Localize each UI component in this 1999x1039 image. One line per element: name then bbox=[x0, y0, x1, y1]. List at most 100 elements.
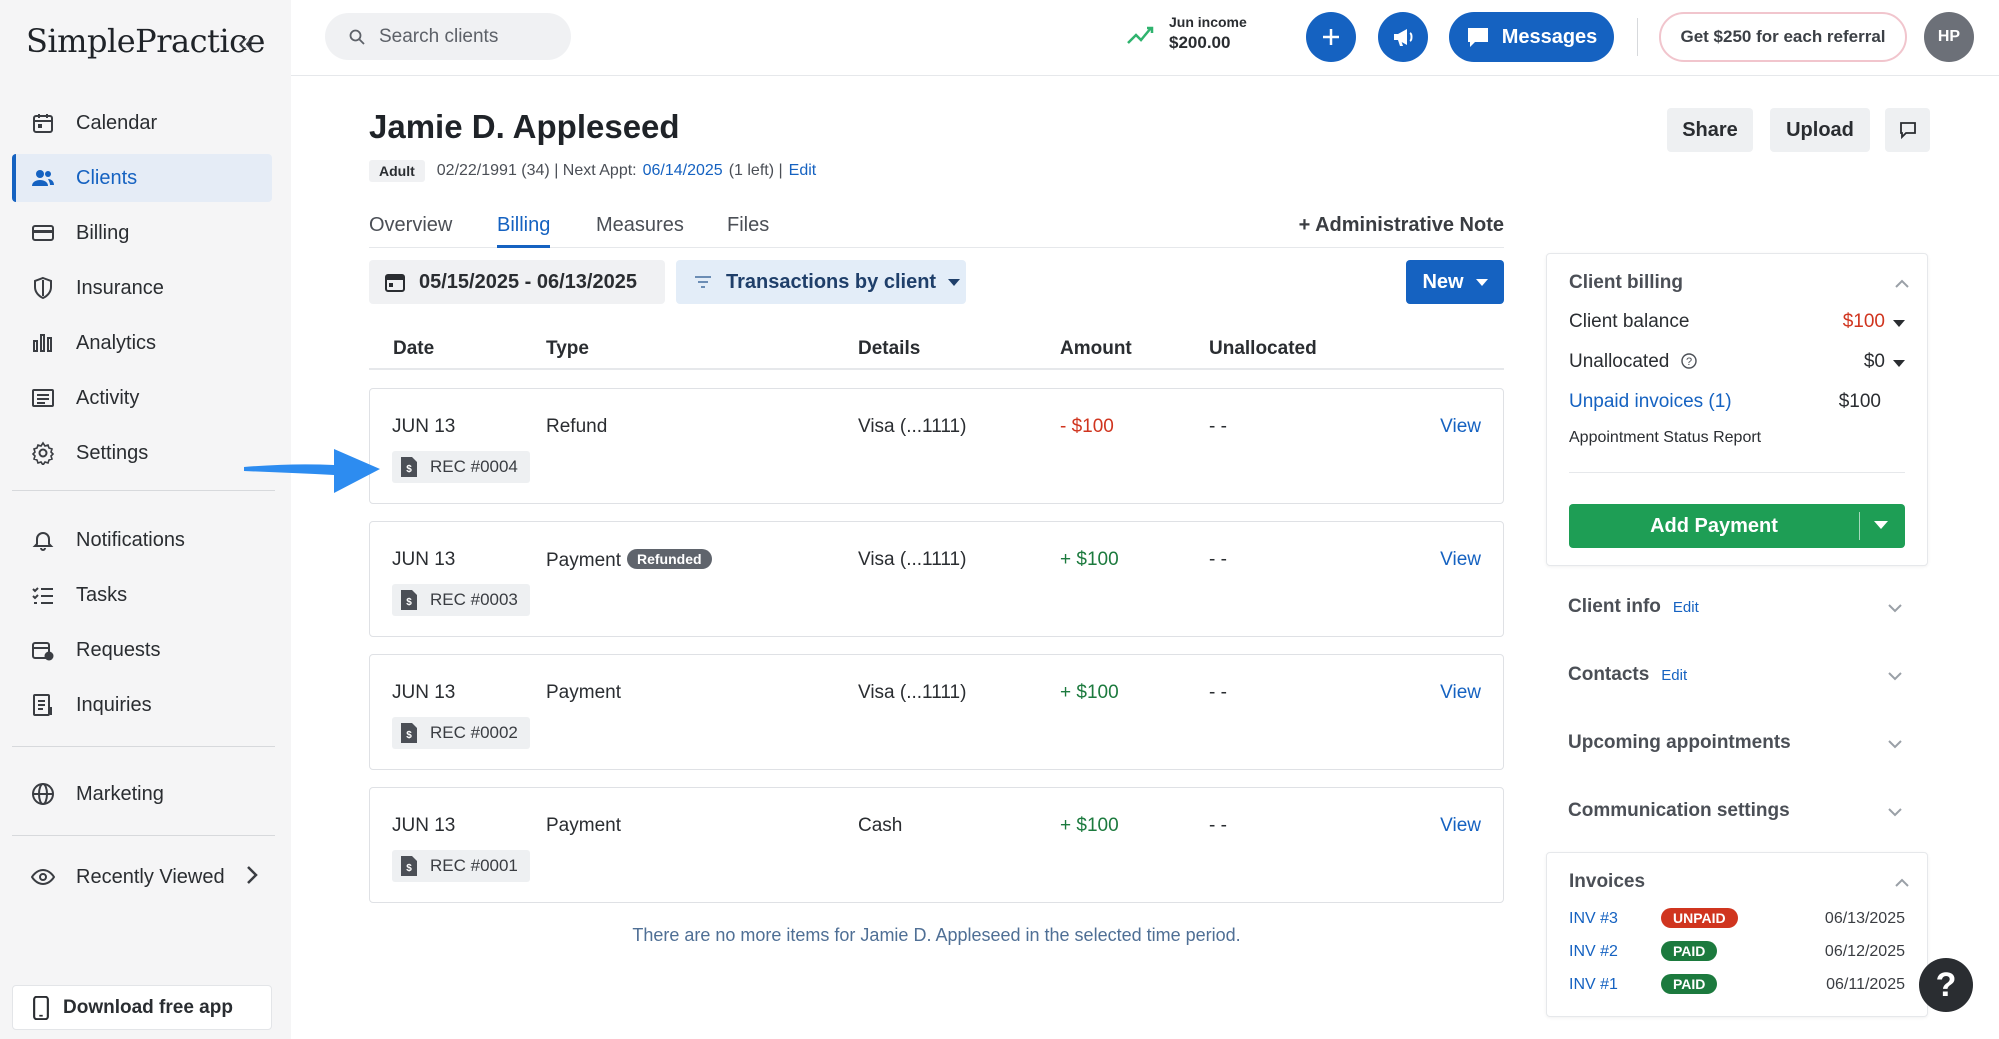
share-button[interactable]: Share bbox=[1667, 108, 1753, 152]
table-row[interactable]: JUN 13 Payment Visa (...1111) + $100 - -… bbox=[369, 654, 1504, 770]
chevron-up-icon[interactable] bbox=[1895, 279, 1909, 288]
chevron-down-icon[interactable] bbox=[1874, 521, 1888, 529]
sidebar-item-analytics[interactable]: Analytics bbox=[12, 319, 272, 367]
receipt-chip[interactable]: $ REC #0001 bbox=[392, 850, 530, 882]
add-button[interactable] bbox=[1306, 12, 1356, 62]
search-input[interactable]: Search clients bbox=[325, 13, 571, 60]
client-info-section[interactable]: Client info Edit bbox=[1568, 596, 1904, 618]
transactions-filter-dropdown[interactable]: Transactions by client bbox=[676, 260, 966, 304]
tab-measures[interactable]: Measures bbox=[596, 214, 684, 248]
list-icon bbox=[30, 385, 56, 411]
new-button[interactable]: New bbox=[1406, 260, 1504, 304]
appointment-status-report-link[interactable]: Appointment Status Report bbox=[1569, 429, 1905, 447]
column-header-type[interactable]: Type bbox=[546, 338, 589, 360]
sidebar-item-recently-viewed[interactable]: Recently Viewed bbox=[12, 853, 272, 901]
chevron-down-icon bbox=[1888, 808, 1902, 817]
view-link[interactable]: View bbox=[1440, 815, 1481, 837]
edit-client-link[interactable]: Edit bbox=[789, 162, 817, 180]
sidebar-item-settings[interactable]: Settings bbox=[12, 429, 272, 477]
income-widget[interactable]: Jun income $200.00 bbox=[1127, 14, 1247, 53]
phone-icon bbox=[33, 995, 49, 1020]
receipt-number: REC #0001 bbox=[430, 856, 518, 875]
view-link[interactable]: View bbox=[1440, 416, 1481, 438]
edit-contacts-link[interactable]: Edit bbox=[1661, 667, 1687, 684]
receipt-chip[interactable]: $ REC #0003 bbox=[392, 584, 530, 616]
client-tabs: Overview Billing Measures Files + Admini… bbox=[369, 214, 1504, 248]
referral-button[interactable]: Get $250 for each referral bbox=[1659, 12, 1907, 62]
table-row[interactable]: JUN 13 Refund Visa (...1111) - $100 - - … bbox=[369, 388, 1504, 504]
sidebar-item-inquiries[interactable]: Inquiries bbox=[12, 681, 272, 729]
client-balance-value[interactable]: $100 bbox=[1843, 311, 1905, 333]
trend-up-icon bbox=[1127, 26, 1154, 44]
administrative-note-button[interactable]: + Administrative Note bbox=[1299, 214, 1504, 237]
tab-billing[interactable]: Billing bbox=[497, 214, 551, 248]
sidebar-item-marketing[interactable]: Marketing bbox=[12, 770, 272, 818]
sidebar-item-tasks[interactable]: Tasks bbox=[12, 571, 272, 619]
edit-client-info-link[interactable]: Edit bbox=[1673, 599, 1699, 616]
unallocated-value[interactable]: $0 bbox=[1864, 351, 1905, 373]
add-payment-button[interactable]: Add Payment bbox=[1569, 504, 1905, 548]
column-header-details[interactable]: Details bbox=[858, 338, 920, 360]
communication-settings-section[interactable]: Communication settings bbox=[1568, 800, 1904, 822]
tab-overview[interactable]: Overview bbox=[369, 214, 452, 248]
row-type: Payment bbox=[546, 815, 621, 836]
sidebar-item-activity[interactable]: Activity bbox=[12, 374, 272, 422]
unpaid-invoices-link[interactable]: Unpaid invoices (1) bbox=[1569, 391, 1732, 412]
megaphone-icon bbox=[1394, 29, 1413, 46]
document-icon bbox=[30, 692, 56, 718]
invoice-date: 06/13/2025 bbox=[1824, 910, 1905, 927]
download-app-button[interactable]: Download free app bbox=[12, 985, 272, 1030]
chevron-down-icon bbox=[1893, 320, 1905, 327]
comment-button[interactable] bbox=[1885, 108, 1930, 152]
filter-icon bbox=[695, 276, 711, 288]
announcements-button[interactable] bbox=[1378, 12, 1428, 62]
view-link[interactable]: View bbox=[1440, 682, 1481, 704]
section-label: Client info bbox=[1568, 596, 1661, 617]
sidebar-item-notifications[interactable]: Notifications bbox=[12, 516, 272, 564]
receipt-chip[interactable]: $ REC #0002 bbox=[392, 717, 530, 749]
bell-icon bbox=[30, 527, 56, 553]
messages-button[interactable]: Messages bbox=[1449, 12, 1614, 62]
invoice-link[interactable]: INV #2 bbox=[1569, 943, 1618, 961]
app-logo[interactable]: SimplePractice bbox=[26, 22, 265, 60]
column-header-amount[interactable]: Amount bbox=[1060, 338, 1132, 360]
receipt-icon: $ bbox=[401, 590, 417, 610]
sidebar-item-calendar[interactable]: Calendar bbox=[12, 99, 272, 147]
column-header-unallocated[interactable]: Unallocated bbox=[1209, 338, 1317, 360]
new-button-label: New bbox=[1422, 270, 1464, 293]
chevron-up-icon[interactable] bbox=[1895, 878, 1909, 887]
sidebar-item-label: Inquiries bbox=[76, 693, 152, 716]
sidebar-item-requests[interactable]: Requests bbox=[12, 626, 272, 674]
avatar[interactable]: HP bbox=[1924, 12, 1974, 62]
invoice-link[interactable]: INV #1 bbox=[1569, 976, 1618, 994]
sidebar-item-insurance[interactable]: Insurance bbox=[12, 264, 272, 312]
view-link[interactable]: View bbox=[1440, 549, 1481, 571]
sidebar-item-billing[interactable]: Billing bbox=[12, 209, 272, 257]
date-range-picker[interactable]: 05/15/2025 - 06/13/2025 bbox=[369, 260, 665, 304]
sidebar-item-clients[interactable]: Clients bbox=[12, 154, 272, 202]
add-payment-label: Add Payment bbox=[1650, 515, 1778, 537]
contacts-section[interactable]: Contacts Edit bbox=[1568, 664, 1904, 686]
table-row[interactable]: JUN 13 Payment Cash + $100 - - View $ RE… bbox=[369, 787, 1504, 903]
users-icon bbox=[30, 165, 56, 191]
chevron-down-icon bbox=[1893, 360, 1905, 367]
collapse-sidebar-icon[interactable]: « bbox=[238, 28, 255, 58]
next-appointment-link[interactable]: 06/14/2025 bbox=[643, 162, 723, 180]
column-header-date[interactable]: Date bbox=[393, 338, 434, 360]
table-row[interactable]: JUN 13 Payment Refunded Visa (...1111) + … bbox=[369, 521, 1504, 637]
receipt-icon: $ bbox=[401, 457, 417, 477]
help-button[interactable]: ? bbox=[1919, 958, 1973, 1012]
invoice-link[interactable]: INV #3 bbox=[1569, 910, 1618, 928]
invoice-status-badge: PAID bbox=[1661, 941, 1718, 961]
upload-button[interactable]: Upload bbox=[1770, 108, 1870, 152]
client-type-badge: Adult bbox=[369, 160, 425, 182]
sidebar-item-label: Activity bbox=[76, 386, 140, 409]
billing-divider bbox=[1569, 472, 1905, 473]
help-circle-icon[interactable]: ? bbox=[1680, 353, 1697, 369]
calendar-request-icon bbox=[30, 637, 56, 663]
svg-text:$: $ bbox=[406, 464, 412, 475]
receipt-chip[interactable]: $ REC #0004 bbox=[392, 451, 530, 483]
income-label: Jun income bbox=[1169, 14, 1247, 30]
tab-files[interactable]: Files bbox=[727, 214, 769, 248]
upcoming-appointments-section[interactable]: Upcoming appointments bbox=[1568, 732, 1904, 754]
